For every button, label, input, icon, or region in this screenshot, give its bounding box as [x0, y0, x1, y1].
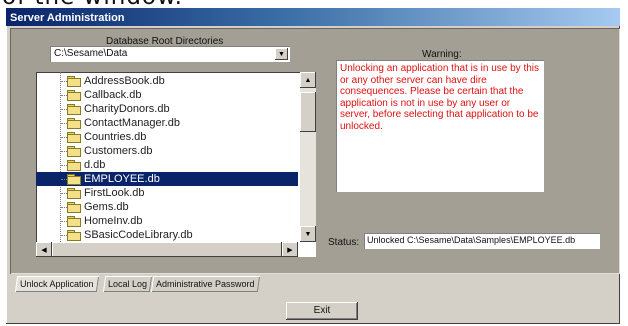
tree-item[interactable]: d.db	[36, 158, 298, 172]
tree-item[interactable]: ContactManager.db	[36, 116, 298, 130]
folder-icon	[67, 216, 81, 227]
title-bar[interactable]: Server Administration	[6, 8, 620, 26]
tree-item[interactable]: Customers.db	[36, 144, 298, 158]
tree-item-label: ContactManager.db	[84, 117, 181, 129]
tree-item-label: EMPLOYEE.db	[84, 173, 160, 185]
folder-icon	[67, 230, 81, 241]
folder-icon	[67, 146, 81, 157]
tree-item-label: Countries.db	[84, 131, 147, 143]
tree-item-label: CharityDonors.db	[84, 103, 170, 115]
db-root-select[interactable]: C:\Sesame\Data ▼	[50, 46, 290, 62]
tree-item[interactable]: Callback.db	[36, 88, 298, 102]
tree-item-label: Gems.db	[84, 201, 129, 213]
folder-icon	[67, 160, 81, 171]
tree-item-label: d.db	[84, 159, 106, 171]
tree-item-label: AddressBook.db	[84, 75, 165, 87]
server-admin-window: Server Administration Database Root Dire…	[6, 8, 620, 324]
folder-icon	[67, 188, 81, 199]
folder-icon	[67, 76, 81, 87]
tree-item[interactable]: CharityDonors.db	[36, 102, 298, 116]
tree-item-label: Customers.db	[84, 145, 153, 157]
folder-icon	[67, 202, 81, 213]
database-tree[interactable]: AddressBook.db Callback.db CharityDonors.d…	[36, 72, 316, 257]
tab-label: Local Log	[108, 279, 148, 289]
tree-item-label: HomeInv.db	[84, 215, 143, 227]
scroll-up-icon[interactable]: ▲	[300, 72, 316, 88]
tree-item[interactable]: AddressBook.db	[36, 74, 298, 88]
dropdown-arrow-icon[interactable]: ▼	[275, 48, 288, 60]
tree-item-label: SBasicCodeLibrary.db	[84, 229, 193, 241]
folder-icon	[67, 104, 81, 115]
scroll-left-icon[interactable]: ◀	[36, 242, 52, 257]
tab-local-log[interactable]: Local Log	[102, 276, 153, 292]
caption-text: of the window.	[0, 0, 183, 8]
warning-box: Unlocking an application that is in use …	[336, 60, 544, 192]
status-label: Status:	[328, 237, 360, 248]
scroll-right-icon[interactable]: ▶	[282, 242, 298, 257]
warning-text: Unlocking an application that is in use …	[340, 63, 540, 132]
warning-label: Warning:	[422, 49, 462, 60]
tree-item[interactable]: Countries.db	[36, 130, 298, 144]
tree-item-label: Callback.db	[84, 89, 142, 101]
tab-label: Administrative Password	[156, 279, 255, 289]
tab-administrative-password[interactable]: Administrative Password	[150, 276, 260, 292]
folder-icon	[67, 174, 81, 185]
vertical-scrollbar[interactable]: ▲ ▼	[300, 72, 316, 242]
tree-item[interactable]: Gems.db	[36, 200, 298, 214]
status-value: Unlocked C:\Sesame\Data\Samples\EMPLOYEE…	[367, 235, 576, 245]
tree-item[interactable]: SBasicCodeLibrary.db	[36, 228, 298, 242]
tree-item-label: FirstLook.db	[84, 187, 145, 199]
tree-item[interactable]: EMPLOYEE.db	[36, 172, 298, 186]
tree-item[interactable]: HomeInv.db	[36, 214, 298, 228]
unlock-application-panel: Database Root Directories C:\Sesame\Data…	[10, 28, 620, 274]
folder-icon	[67, 118, 81, 129]
horizontal-scrollbar[interactable]: ◀ ▶	[36, 242, 298, 257]
horizontal-scroll-thumb[interactable]	[52, 242, 282, 257]
page-caption: of the window.	[0, 0, 628, 8]
tab-unlock-application[interactable]: Unlock Application	[14, 276, 99, 292]
folder-icon	[67, 90, 81, 101]
exit-button[interactable]: Exit	[286, 302, 358, 320]
scroll-down-icon[interactable]: ▼	[300, 226, 316, 242]
tab-label: Unlock Application	[20, 279, 94, 289]
vertical-scroll-thumb[interactable]	[300, 92, 316, 132]
status-field: Unlocked C:\Sesame\Data\Samples\EMPLOYEE…	[364, 233, 600, 249]
db-root-value: C:\Sesame\Data	[54, 48, 128, 59]
folder-icon	[67, 132, 81, 143]
window-title: Server Administration	[10, 12, 125, 24]
tree-item[interactable]: FirstLook.db	[36, 186, 298, 200]
